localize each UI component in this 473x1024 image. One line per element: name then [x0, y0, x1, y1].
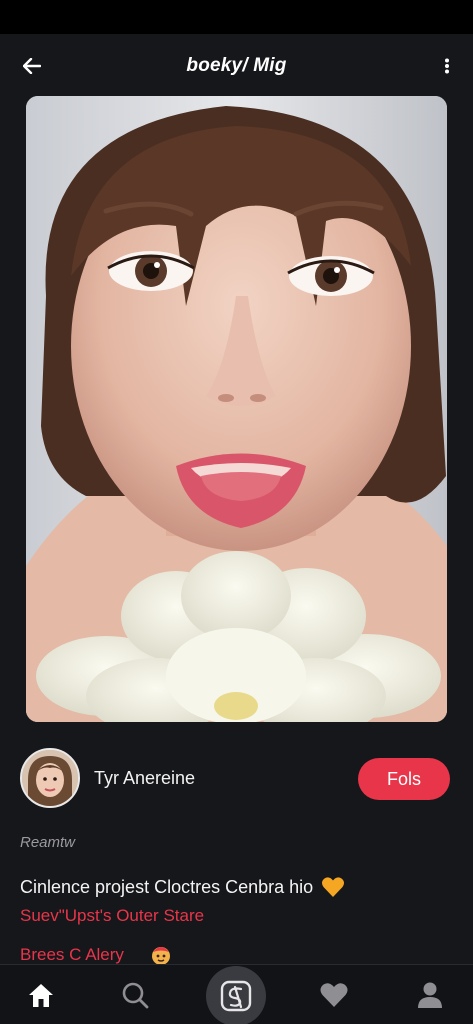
search-icon [122, 982, 149, 1009]
more-vertical-icon [445, 58, 449, 74]
tab-search[interactable] [115, 975, 155, 1015]
avatar[interactable] [20, 748, 80, 808]
more-options-button[interactable] [435, 52, 459, 80]
tab-profile[interactable] [410, 975, 450, 1015]
orange-heart-icon [322, 877, 345, 897]
top-bar: boeky/ Mig [0, 34, 473, 96]
portrait-image [26, 96, 447, 722]
page-title: boeky/ Mig [186, 55, 287, 76]
tag-line-2: Brees C Alery [20, 944, 172, 966]
avatar-image [22, 750, 78, 806]
tab-favorites[interactable] [314, 975, 354, 1015]
post-caption: Cinlence projest Cloctres Cenbra hio [20, 876, 345, 898]
create-icon [220, 980, 252, 1012]
follow-button[interactable]: Fols [358, 758, 450, 800]
status-bar [0, 0, 473, 34]
tab-home[interactable] [21, 975, 61, 1015]
bottom-tab-bar [0, 964, 473, 1024]
tab-create[interactable] [206, 966, 266, 1024]
creator-name[interactable]: Tyr Anereine [94, 768, 195, 789]
red-face-icon [151, 947, 170, 965]
tag-line-2-text[interactable]: Brees C Alery [20, 945, 124, 965]
caption-text: Cinlence projest Cloctres Cenbra hio [20, 876, 314, 897]
post-photo[interactable] [26, 96, 447, 722]
heart-icon [320, 983, 348, 1007]
tag-line[interactable]: Suev"Upst's Outer Stare [20, 906, 204, 926]
post-screen: boeky/ Mig Tyr Anereine Fols Reamtw Cinl… [0, 34, 473, 1024]
profile-icon [418, 982, 442, 1008]
creator-row: Tyr Anereine Fols [20, 748, 460, 808]
home-icon [29, 984, 53, 1007]
post-subtitle: Reamtw [20, 834, 76, 851]
